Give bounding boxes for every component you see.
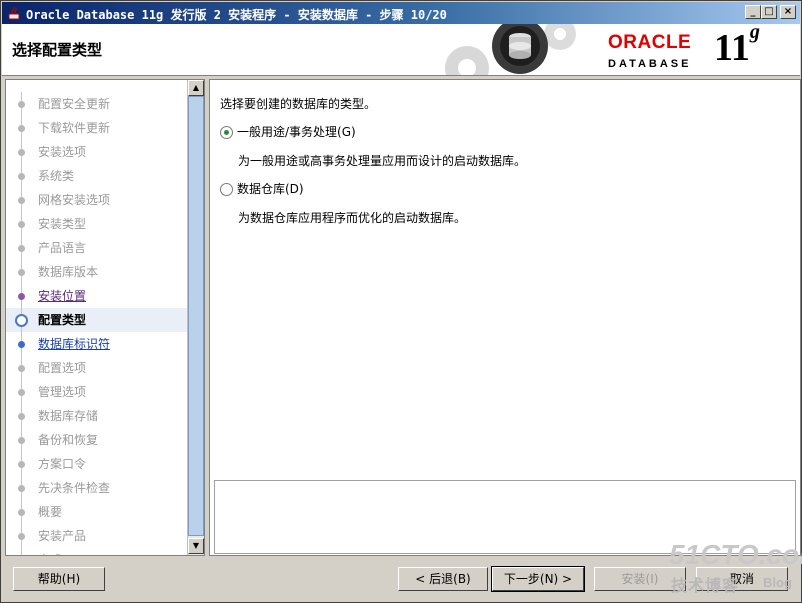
- step-scrollbar[interactable]: ▲ ▼: [187, 80, 204, 555]
- step-node-icon: [18, 485, 25, 492]
- step-label: 网格安装选项: [38, 193, 111, 207]
- step-item[interactable]: 配置类型: [6, 308, 187, 332]
- step-item: 数据库版本: [6, 260, 187, 284]
- step-item: 安装选项: [6, 140, 187, 164]
- step-label: 安装位置: [38, 289, 87, 303]
- step-label: 数据库存储: [38, 409, 99, 423]
- option-data-warehouse-description: 为数据仓库应用程序而优化的启动数据库。: [238, 211, 467, 225]
- scroll-down-button[interactable]: ▼: [188, 538, 204, 554]
- step-item: 完成: [6, 548, 187, 555]
- step-node-icon: [18, 509, 25, 516]
- version-number: 11: [714, 27, 750, 69]
- step-label: 先决条件检查: [38, 481, 111, 495]
- step-item: 数据库存储: [6, 404, 187, 428]
- prompt-text: 选择要创建的数据库的类型。: [220, 97, 377, 111]
- step-label: 管理选项: [38, 385, 87, 399]
- scroll-up-button[interactable]: ▲: [188, 80, 204, 96]
- step-node-icon: [15, 314, 28, 327]
- step-item: 管理选项: [6, 380, 187, 404]
- header-banner: 选择配置类型 ORACLE DATABASE 11g: [2, 24, 800, 76]
- step-label: 系统类: [38, 169, 75, 183]
- step-item: 安装类型: [6, 212, 187, 236]
- step-node-icon: [18, 365, 25, 372]
- step-node-icon: [18, 173, 25, 180]
- oracle-logo: ORACLE: [608, 32, 692, 53]
- step-item: 配置安全更新: [6, 92, 187, 116]
- next-button[interactable]: 下一步(N) >: [491, 566, 585, 592]
- watermark-logo: 51CTO.com: [669, 539, 802, 570]
- step-label: 方案口令: [38, 457, 87, 471]
- minimize-button[interactable]: _: [745, 5, 761, 19]
- maximize-button[interactable]: □: [761, 5, 777, 19]
- step-label: 安装选项: [38, 145, 87, 159]
- step-label: 下载软件更新: [38, 121, 111, 135]
- step-item: 先决条件检查: [6, 476, 187, 500]
- step-item: 网格安装选项: [6, 188, 187, 212]
- step-node-icon: [18, 389, 25, 396]
- watermark-subtitle: 技术博客: [671, 576, 740, 595]
- step-node-icon: [18, 461, 25, 468]
- close-button[interactable]: ×: [780, 5, 796, 19]
- step-label: 安装类型: [38, 217, 87, 231]
- step-label: 概要: [38, 505, 63, 519]
- step-item[interactable]: 安装位置: [6, 284, 187, 308]
- option-general-purpose-description: 为一般用途或高事务处理量应用而设计的启动数据库。: [238, 154, 527, 168]
- step-item: 系统类: [6, 164, 187, 188]
- step-node-icon: [18, 125, 25, 132]
- version-suffix: g: [749, 24, 760, 44]
- step-label: 备份和恢复: [38, 433, 99, 447]
- option-general-purpose-label[interactable]: 一般用途/事务处理(G): [237, 125, 356, 139]
- java-app-icon: [8, 6, 20, 20]
- step-navigation-panel: 配置安全更新 下载软件更新 安装选项系统类网格安装选项 安装类型产品语言数据库版本安装…: [5, 79, 205, 556]
- title-bar[interactable]: Oracle Database 11g 发行版 2 安装程序 - 安装数据库 -…: [2, 2, 800, 24]
- step-connector: [21, 548, 22, 555]
- scroll-thumb[interactable]: [188, 96, 204, 536]
- database-wordmark: DATABASE: [608, 58, 692, 70]
- watermark: 51CTO.com 技术博客 Blog: [661, 539, 802, 601]
- step-item: 配置选项: [6, 356, 187, 380]
- version-mark: 11g: [714, 24, 760, 70]
- step-label: 产品语言: [38, 241, 87, 255]
- step-node-icon: [18, 101, 25, 108]
- step-label: 数据库版本: [38, 265, 99, 279]
- page-title: 选择配置类型: [12, 41, 103, 59]
- step-label: 数据库标识符: [38, 337, 111, 351]
- step-label: 配置安全更新: [38, 97, 111, 111]
- main-content-panel: 选择要创建的数据库的类型。 一般用途/事务处理(G) 为一般用途或高事务处理量应…: [209, 79, 801, 556]
- step-list: 配置安全更新 下载软件更新 安装选项系统类网格安装选项 安装类型产品语言数据库版本安装…: [6, 92, 187, 555]
- step-item: 安装产品: [6, 524, 187, 548]
- help-button[interactable]: 帮助(H): [13, 567, 105, 591]
- step-label: 配置类型: [38, 313, 87, 327]
- step-label: 配置选项: [38, 361, 87, 375]
- step-item: 下载软件更新: [6, 116, 187, 140]
- step-node-icon: [18, 437, 25, 444]
- option-data-warehouse-label[interactable]: 数据仓库(D): [237, 182, 304, 196]
- step-item[interactable]: 数据库标识符: [6, 332, 187, 356]
- option-data-warehouse[interactable]: 数据仓库(D): [220, 180, 304, 197]
- step-node-icon: [18, 413, 25, 420]
- step-node-icon: [18, 293, 25, 300]
- step-node-icon: [18, 341, 25, 348]
- step-item: 产品语言: [6, 236, 187, 260]
- step-node-icon: [18, 269, 25, 276]
- step-item: 概要: [6, 500, 187, 524]
- step-node-icon: [18, 197, 25, 204]
- option-general-purpose[interactable]: 一般用途/事务处理(G): [220, 123, 356, 140]
- step-label: 完成: [38, 553, 62, 555]
- radio-data-warehouse[interactable]: [220, 183, 233, 196]
- back-button[interactable]: < 后退(B): [398, 567, 488, 591]
- step-item: 方案口令: [6, 452, 187, 476]
- step-node-icon: [18, 221, 25, 228]
- step-item: 备份和恢复: [6, 428, 187, 452]
- gears-database-icon: [445, 24, 576, 75]
- step-node-icon: [18, 245, 25, 252]
- watermark-blog: Blog: [763, 575, 792, 590]
- installer-window: Oracle Database 11g 发行版 2 安装程序 - 安装数据库 -…: [0, 0, 802, 603]
- step-node-icon: [18, 149, 25, 156]
- radio-general-purpose[interactable]: [220, 126, 233, 139]
- step-node-icon: [18, 533, 25, 540]
- window-title: Oracle Database 11g 发行版 2 安装程序 - 安装数据库 -…: [26, 8, 447, 22]
- step-label: 安装产品: [38, 529, 87, 543]
